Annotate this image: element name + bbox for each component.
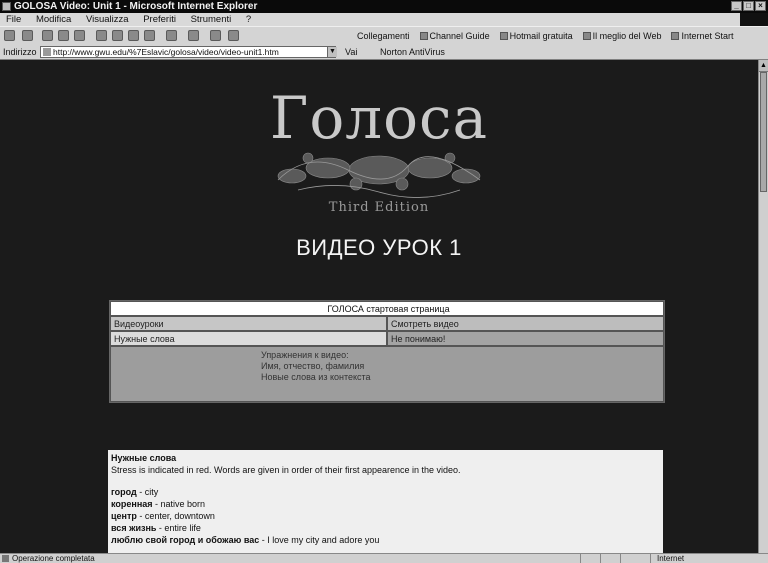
link-hotmail[interactable]: Hotmail gratuita: [500, 27, 573, 45]
not-understood-link[interactable]: Не понимаю!: [387, 331, 664, 346]
status-bar: Operazione completata Internet: [0, 553, 768, 563]
toolbar: Collegamenti Channel Guide Hotmail gratu…: [0, 26, 768, 44]
window-title: GOLOSA Video: Unit 1 - Microsoft Interne…: [14, 1, 258, 12]
menu-strumenti[interactable]: Strumenti: [191, 14, 232, 25]
vocab-definition: - city: [136, 487, 159, 497]
close-button[interactable]: ×: [755, 1, 766, 11]
refresh-icon[interactable]: [58, 30, 69, 41]
edit-icon[interactable]: [210, 30, 221, 41]
golosa-logo-text: Голоса: [269, 84, 489, 152]
vocab-definition: - I love my city and adore you: [259, 535, 380, 545]
norton-antivirus-button[interactable]: Norton AntiVirus: [380, 47, 445, 57]
list-item: город - city: [111, 486, 660, 498]
exercises-heading: Упражнения к видео:: [261, 350, 349, 360]
vocab-definition: - entire life: [156, 523, 201, 533]
vocab-word: люблю свой город и обожаю вас: [111, 535, 260, 545]
ie-icon: [2, 2, 11, 11]
status-text: Operazione completata: [12, 554, 95, 563]
vocabulary-note: Stress is indicated in red. Words are gi…: [111, 465, 461, 475]
vocab-word: вся жизнь: [111, 523, 157, 533]
menu-file[interactable]: File: [6, 14, 21, 25]
home-link[interactable]: ГОЛОСА стартовая страница: [110, 301, 664, 316]
menu-visualizza[interactable]: Visualizza: [86, 14, 129, 25]
vocab-definition: - center, downtown: [136, 511, 215, 521]
menu-preferiti[interactable]: Preferiti: [143, 14, 176, 25]
link-best-of-web[interactable]: Il meglio del Web: [583, 27, 662, 45]
page-content: Голоса Third Edition ВИДЕО УРОК 1 ГОЛОСА…: [0, 60, 758, 553]
channels-icon[interactable]: [144, 30, 155, 41]
menu-bar: File Modifica Visualizza Preferiti Strum…: [0, 13, 768, 26]
vocab-word: город: [111, 487, 137, 497]
address-input[interactable]: http://www.gwu.edu/%7Eslavic/golosa/vide…: [40, 46, 336, 58]
minimize-button[interactable]: _: [731, 1, 742, 11]
maximize-button[interactable]: □: [743, 1, 754, 11]
list-item: коренная - native born: [111, 498, 660, 510]
exercise-link-name[interactable]: Имя, отчество, фамилия: [261, 361, 663, 372]
window-controls: _ □ ×: [731, 1, 766, 11]
vocab-word: коренная: [111, 499, 153, 509]
internet-zone: Internet: [650, 554, 760, 563]
page-done-icon: [2, 555, 9, 562]
window-titlebar: GOLOSA Video: Unit 1 - Microsoft Interne…: [0, 0, 768, 13]
vocabulary-heading: Нужные слова: [111, 453, 177, 463]
vertical-scrollbar[interactable]: ▲: [758, 60, 768, 553]
menu-help[interactable]: ?: [246, 14, 251, 25]
back-icon[interactable]: [4, 30, 15, 41]
list-item: центр - center, downtown: [111, 510, 660, 522]
edition-label: Third Edition: [328, 200, 430, 215]
address-label: Indirizzo: [3, 47, 37, 57]
scroll-up-icon[interactable]: ▲: [759, 60, 768, 72]
list-item: люблю свой город и обожаю вас - I love m…: [111, 534, 660, 546]
needed-words-link[interactable]: Нужные слова: [110, 331, 387, 346]
exercises-cell: Упражнения к видео: Имя, отчество, фамил…: [110, 346, 664, 402]
address-dropdown-icon[interactable]: ▼: [327, 47, 337, 57]
mail-icon[interactable]: [166, 30, 177, 41]
links-bar: Collegamenti Channel Guide Hotmail gratu…: [357, 27, 734, 45]
links-label: Collegamenti: [357, 31, 410, 41]
floral-ornament-icon: [277, 152, 481, 198]
home-icon[interactable]: [74, 30, 85, 41]
stop-icon[interactable]: [42, 30, 53, 41]
go-button[interactable]: Vai: [345, 47, 357, 57]
vocab-word: центр: [111, 511, 137, 521]
list-item: вся жизнь - entire life: [111, 522, 660, 534]
forward-icon[interactable]: [22, 30, 33, 41]
menu-modifica[interactable]: Modifica: [36, 14, 71, 25]
history-icon[interactable]: [128, 30, 139, 41]
watch-video-link[interactable]: Смотреть видео: [387, 316, 664, 331]
vocabulary-section: Нужные слова Stress is indicated in red.…: [108, 450, 663, 553]
favorites-icon[interactable]: [112, 30, 123, 41]
discuss-icon[interactable]: [228, 30, 239, 41]
search-icon[interactable]: [96, 30, 107, 41]
page-title: ВИДЕО УРОК 1: [296, 235, 462, 260]
vocab-definition: - native born: [152, 499, 206, 509]
link-internet-start[interactable]: Internet Start: [671, 27, 733, 45]
windows-logo-icon: [740, 13, 768, 26]
video-lessons-link[interactable]: Видеоуроки: [110, 316, 387, 331]
link-channel-guide[interactable]: Channel Guide: [420, 27, 490, 45]
scroll-thumb[interactable]: [760, 72, 767, 192]
print-icon[interactable]: [188, 30, 199, 41]
navigation-table: ГОЛОСА стартовая страница Видеоуроки Смо…: [109, 300, 665, 403]
address-bar: Indirizzo http://www.gwu.edu/%7Eslavic/g…: [0, 44, 768, 60]
exercise-link-context[interactable]: Новые слова из контекста: [261, 372, 663, 383]
